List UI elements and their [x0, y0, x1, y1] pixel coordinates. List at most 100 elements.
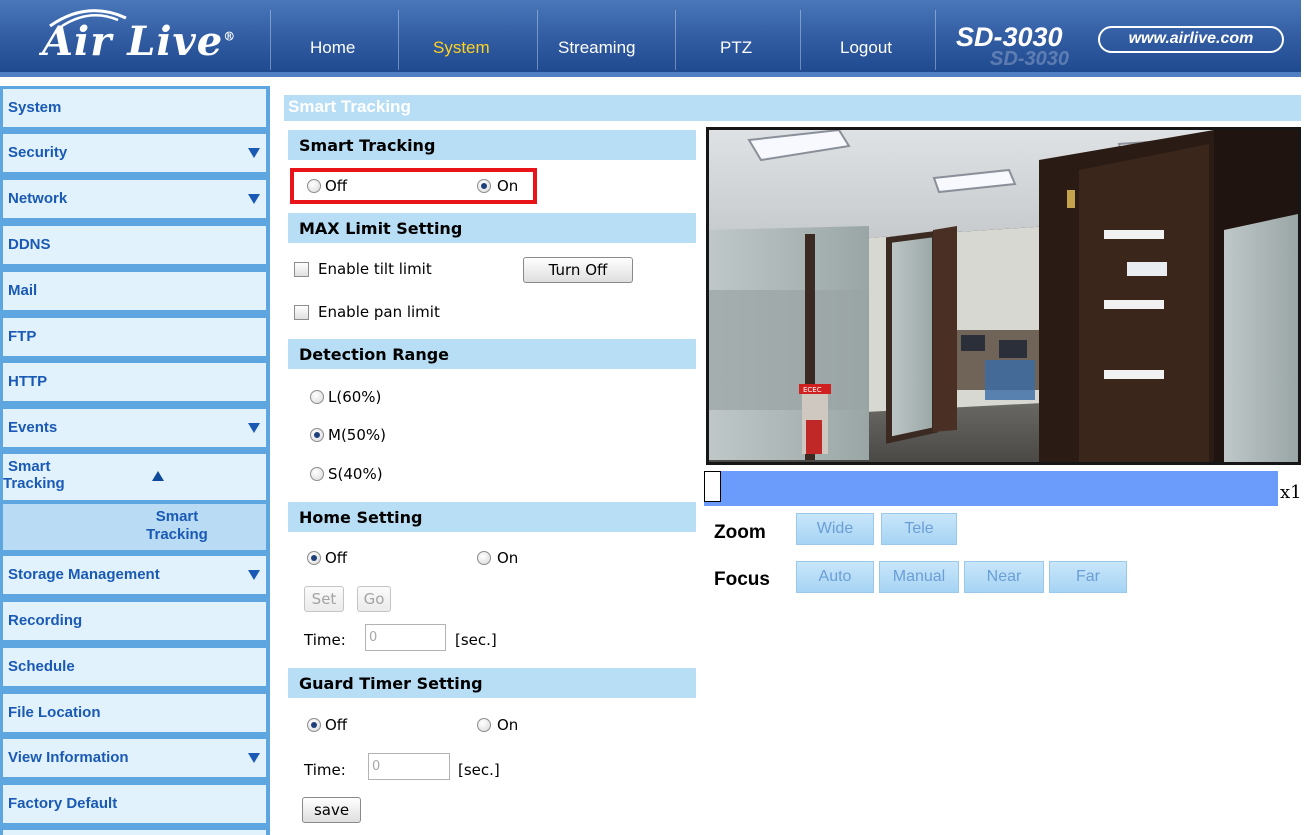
- focus-far-button[interactable]: Far: [1049, 561, 1127, 593]
- sidebar-item-label: File Location: [8, 704, 101, 721]
- section-header-smart-tracking: Smart Tracking: [288, 130, 696, 160]
- section-title: Detection Range: [299, 345, 450, 364]
- detection-range-m-radio[interactable]: [310, 428, 324, 442]
- zoom-label: Zoom: [714, 522, 766, 543]
- nav-logout[interactable]: Logout: [840, 38, 892, 58]
- logo-text: Air Live: [42, 18, 224, 65]
- enable-tilt-limit-checkbox[interactable]: [294, 262, 309, 277]
- sidebar-item-label: System: [8, 99, 62, 116]
- sidebar-item-ftp[interactable]: FTP: [3, 318, 266, 356]
- sidebar-item-label: HTTP: [8, 373, 48, 390]
- turn-off-button[interactable]: Turn Off: [523, 257, 633, 283]
- nav-system[interactable]: System: [433, 38, 490, 58]
- camera-sign-text: ECEC: [803, 386, 822, 394]
- detection-range-l-radio[interactable]: [310, 390, 324, 404]
- enable-tilt-limit-label: Enable tilt limit: [318, 260, 432, 278]
- sidebar-item-smart-tracking[interactable]: Smart Tracking: [3, 454, 266, 500]
- nav-divider: [537, 10, 538, 70]
- save-button[interactable]: save: [302, 797, 361, 823]
- sidebar-item-security[interactable]: Security: [3, 134, 266, 172]
- nav-streaming[interactable]: Streaming: [558, 38, 635, 58]
- focus-auto-button[interactable]: Auto: [796, 561, 874, 593]
- home-time-label: Time:: [304, 631, 346, 649]
- home-setting-off-radio[interactable]: [307, 551, 321, 565]
- zoom-slider-handle[interactable]: [704, 471, 721, 502]
- sidebar-item-label: View Information: [8, 749, 129, 766]
- home-setting-off-label: Off: [325, 549, 348, 567]
- detection-range-s-radio[interactable]: [310, 467, 324, 481]
- nav-divider: [935, 10, 936, 70]
- focus-label: Focus: [714, 569, 770, 590]
- nav-divider: [800, 10, 801, 70]
- expand-arrow-icon: [248, 753, 260, 763]
- zoom-level-text: x1: [1280, 482, 1302, 503]
- home-time-unit: [sec.]: [455, 631, 497, 649]
- enable-pan-limit-checkbox[interactable]: [294, 305, 309, 320]
- focus-manual-button[interactable]: Manual: [879, 561, 959, 593]
- sidebar-subitem-smart-tracking[interactable]: Smart Tracking: [3, 504, 266, 550]
- guard-timer-on-radio[interactable]: [477, 718, 491, 732]
- sidebar-item-label-line1: Smart: [8, 458, 51, 475]
- airlive-logo: Air Live®: [12, 4, 252, 70]
- go-button[interactable]: Go: [357, 586, 391, 612]
- expand-arrow-icon: [248, 570, 260, 580]
- model-name: SD-3030: [956, 22, 1063, 52]
- logo-registered-mark: ®: [223, 29, 237, 44]
- nav-divider: [675, 10, 676, 70]
- sidebar-item-view-information[interactable]: View Information: [3, 739, 266, 777]
- camera-live-view[interactable]: ECEC: [706, 127, 1301, 465]
- set-button[interactable]: Set: [304, 586, 344, 612]
- zoom-slider-track[interactable]: [704, 471, 1278, 506]
- nav-home[interactable]: Home: [310, 38, 355, 58]
- sidebar-item-network[interactable]: Network: [3, 180, 266, 218]
- section-title: MAX Limit Setting: [299, 219, 463, 238]
- guard-timer-on-label: On: [497, 716, 519, 734]
- sidebar-subitem-label-line1: Smart: [155, 508, 199, 525]
- guard-timer-off-label: Off: [325, 716, 348, 734]
- sidebar-item-factory-default[interactable]: Factory Default: [3, 785, 266, 823]
- detection-range-m-label: M(50%): [328, 426, 386, 444]
- nav-divider: [398, 10, 399, 70]
- guard-time-label: Time:: [304, 761, 346, 779]
- detection-range-l-label: L(60%): [328, 388, 382, 406]
- focus-near-button[interactable]: Near: [964, 561, 1044, 593]
- sidebar-item-label: DDNS: [8, 236, 51, 253]
- sidebar-item-recording[interactable]: Recording: [3, 602, 266, 640]
- section-header-guard-timer: Guard Timer Setting: [288, 668, 696, 698]
- sidebar-item-label: Storage Management: [8, 566, 160, 583]
- sidebar-item-file-location[interactable]: File Location: [3, 694, 266, 732]
- sidebar-item-label: Schedule: [8, 658, 75, 675]
- section-title: Smart Tracking: [299, 136, 436, 155]
- sidebar-item-system[interactable]: System: [3, 89, 266, 127]
- section-header-max-limit: MAX Limit Setting: [288, 213, 696, 243]
- sidebar-item-partial: [3, 830, 266, 835]
- sidebar-item-label: Recording: [8, 612, 83, 629]
- sidebar-item-http[interactable]: HTTP: [3, 363, 266, 401]
- sidebar-item-storage-management[interactable]: Storage Management: [3, 556, 266, 594]
- zoom-wide-button[interactable]: Wide: [796, 513, 874, 545]
- guard-timer-off-radio[interactable]: [307, 718, 321, 732]
- home-setting-on-radio[interactable]: [477, 551, 491, 565]
- nav-ptz[interactable]: PTZ: [720, 38, 752, 58]
- section-title: Guard Timer Setting: [299, 674, 483, 693]
- sidebar-item-mail[interactable]: Mail: [3, 272, 266, 310]
- guard-time-input[interactable]: 0: [368, 753, 450, 780]
- expand-arrow-icon: [248, 194, 260, 204]
- section-header-home-setting: Home Setting: [288, 502, 696, 532]
- sidebar-item-label: FTP: [8, 328, 37, 345]
- section-header-detection-range: Detection Range: [288, 339, 696, 369]
- detection-range-s-label: S(40%): [328, 465, 383, 483]
- sidebar-item-label: Network: [8, 190, 68, 207]
- expand-arrow-icon: [248, 148, 260, 158]
- sidebar-item-ddns[interactable]: DDNS: [3, 226, 266, 264]
- sidebar-item-label-line2: Tracking: [3, 475, 65, 492]
- sidebar-item-label: Mail: [8, 282, 38, 299]
- enable-pan-limit-label: Enable pan limit: [318, 303, 440, 321]
- sidebar-item-schedule[interactable]: Schedule: [3, 648, 266, 686]
- home-time-input[interactable]: 0: [365, 624, 446, 651]
- sidebar-item-events[interactable]: Events: [3, 409, 266, 447]
- camera-image: ECEC: [709, 130, 1298, 462]
- header-underline: [0, 72, 1301, 77]
- zoom-tele-button[interactable]: Tele: [881, 513, 957, 545]
- guard-time-unit: [sec.]: [458, 761, 500, 779]
